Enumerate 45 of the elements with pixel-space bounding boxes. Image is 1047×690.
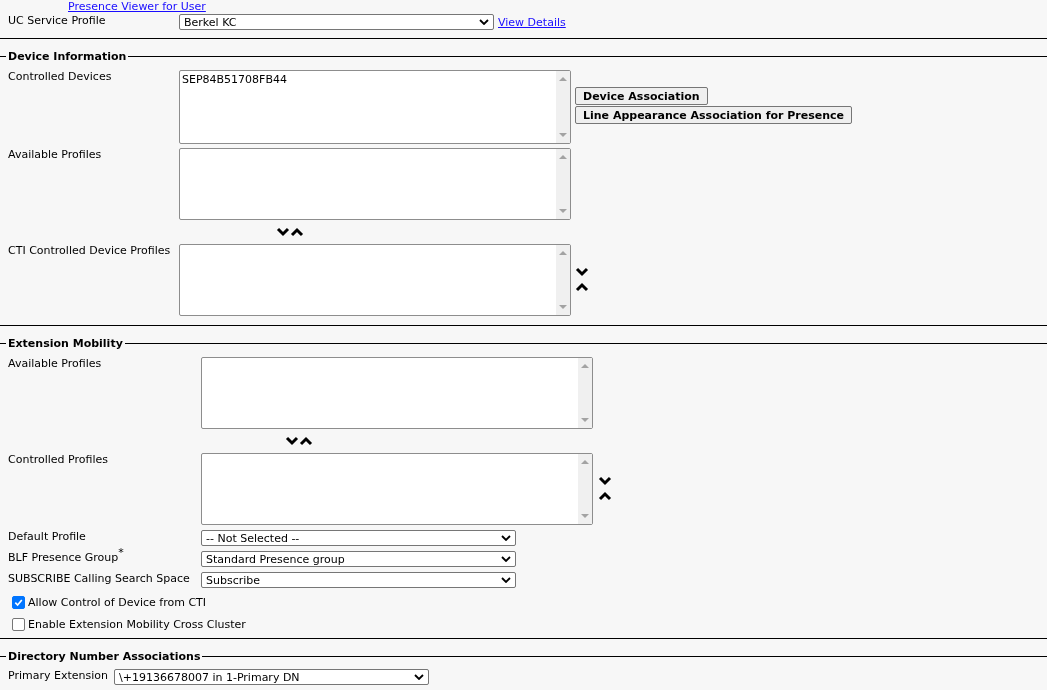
available-profiles-list[interactable] bbox=[179, 148, 571, 220]
field-label: CTI Controlled Device Profiles bbox=[7, 244, 172, 258]
presence-viewer-link[interactable]: Presence Viewer for User bbox=[68, 0, 206, 13]
field-label: Controlled Devices bbox=[7, 70, 113, 84]
field-label: UC Service Profile bbox=[7, 14, 107, 28]
field-label: Primary Extension bbox=[7, 669, 109, 683]
field-label: Default Profile bbox=[7, 530, 87, 544]
move-down-icon[interactable] bbox=[598, 476, 612, 486]
controlled-devices-list[interactable]: SEP84B51708FB44 bbox=[179, 70, 571, 144]
checkbox[interactable] bbox=[12, 618, 25, 631]
dropdown[interactable]: Standard Presence group bbox=[201, 551, 516, 567]
caret-icon bbox=[414, 674, 424, 680]
list-option[interactable]: SEP84B51708FB44 bbox=[182, 73, 554, 87]
uc-service-profile-select[interactable]: Berkel KC bbox=[179, 14, 494, 30]
move-down-icon[interactable] bbox=[276, 227, 290, 237]
caret-icon bbox=[501, 535, 511, 541]
dropdown[interactable]: Subscribe bbox=[201, 572, 516, 588]
caret-icon bbox=[501, 577, 511, 583]
section-title: Extension Mobility bbox=[7, 336, 124, 350]
move-down-icon[interactable] bbox=[285, 436, 299, 446]
view-details-link[interactable]: View Details bbox=[498, 16, 566, 29]
move-down-icon[interactable] bbox=[575, 267, 589, 277]
section-title: Device Information bbox=[7, 49, 128, 63]
association-button[interactable]: Device Association bbox=[575, 87, 708, 105]
checkbox[interactable] bbox=[12, 596, 25, 609]
field-label: SUBSCRIBE Calling Search Space bbox=[7, 572, 191, 586]
caret-icon bbox=[501, 556, 511, 562]
scrollbar[interactable] bbox=[556, 71, 570, 143]
move-up-icon[interactable] bbox=[598, 491, 612, 501]
checkbox-label: Enable Extension Mobility Cross Cluster bbox=[28, 618, 246, 631]
dropdown[interactable]: -- Not Selected -- bbox=[201, 530, 516, 546]
move-up-icon[interactable] bbox=[575, 282, 589, 292]
available-profiles-list[interactable] bbox=[201, 357, 593, 429]
field-label: Controlled Profiles bbox=[7, 453, 109, 467]
field-label: Available Profiles bbox=[7, 148, 103, 162]
move-up-icon[interactable] bbox=[290, 227, 304, 237]
checkbox-label: Allow Control of Device from CTI bbox=[28, 596, 207, 609]
controlled-profiles-list[interactable] bbox=[201, 453, 593, 525]
move-up-icon[interactable] bbox=[299, 436, 313, 446]
association-button[interactable]: Line Appearance Association for Presence bbox=[575, 106, 853, 124]
field-label: Available Profiles bbox=[7, 357, 103, 371]
section-title: Directory Number Associations bbox=[7, 649, 202, 663]
caret-icon bbox=[479, 19, 489, 25]
primary-extension-select[interactable]: \+19136678007 in 1-Primary DN bbox=[114, 669, 429, 685]
checkmark-icon bbox=[13, 597, 24, 608]
